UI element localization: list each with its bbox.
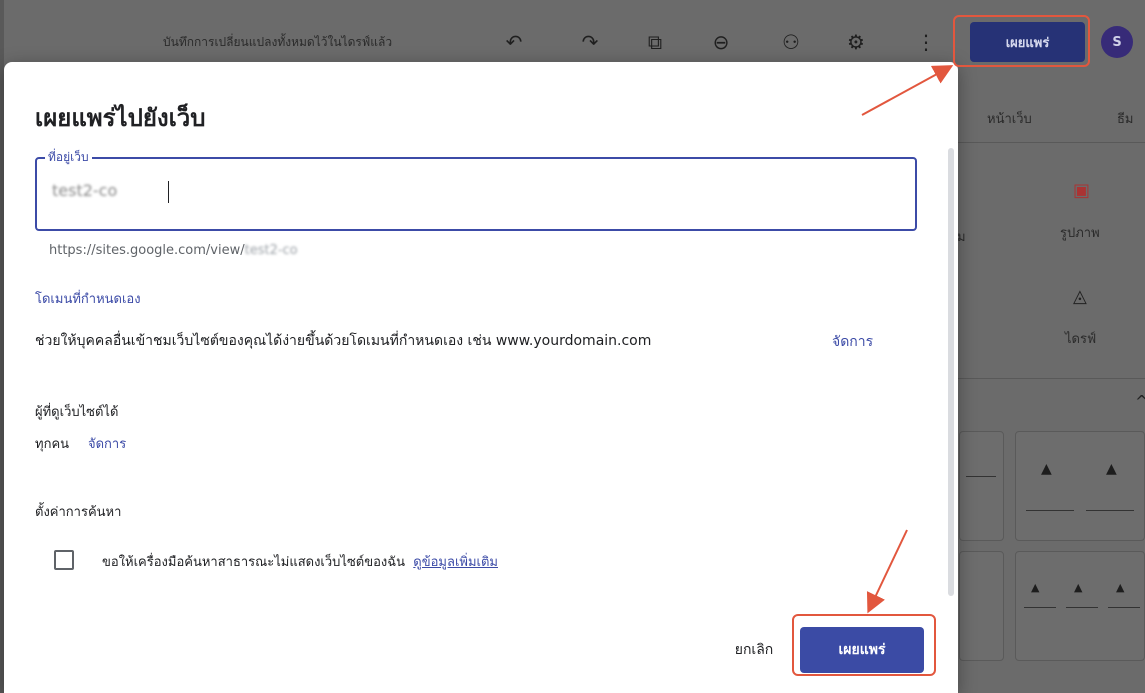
hide-from-search-checkbox[interactable] [54, 550, 74, 570]
web-address-field[interactable]: ที่อยู่เว็บ test2-co [35, 149, 917, 231]
avatar[interactable]: S [1101, 26, 1133, 58]
layout-tile-three-images[interactable]: ▲ ▲ ▲ [1015, 551, 1145, 661]
layout-tile-partial[interactable] [959, 431, 1004, 541]
url-suffix: test2-co [244, 243, 298, 258]
insert-drive-label[interactable]: ไดรฟ์ [1065, 328, 1096, 349]
publish-dialog: เผยแพร่ไปยังเว็บ ที่อยู่เว็บ test2-co ht… [4, 62, 958, 693]
side-panel: หน้าเว็บ ธีม ม ▣ รูปภาพ ◬ ไดรฟ์ ^ ▲ ▲ ▲ … [955, 86, 1145, 693]
site-url-preview: https://sites.google.com/view/test2-co [49, 243, 298, 258]
layout-tile-two-images[interactable]: ▲ ▲ [1015, 431, 1145, 541]
custom-domain-description: ช่วยให้บุคคลอื่นเข้าชมเว็บไซต์ของคุณได้ง… [35, 333, 652, 349]
hide-from-search-text: ขอให้เครื่องมือค้นหาสาธารณะไม่แสดงเว็บไซ… [102, 555, 406, 570]
viewers-heading: ผู้ที่ดูเว็บไซต์ได้ [35, 405, 119, 420]
undo-icon[interactable]: ↶ [500, 28, 528, 56]
image-icon[interactable]: ▣ [1073, 182, 1090, 200]
tile-image-icon: ▲ [1031, 581, 1040, 594]
tab-themes[interactable]: ธีม [1117, 108, 1134, 129]
viewers-value: ทุกคน [35, 437, 70, 452]
save-status-text: บันทึกการเปลี่ยนแปลงทั้งหมดไว้ในไดรฟ์แล้… [163, 35, 393, 49]
more-options-icon[interactable]: ⋮ [912, 28, 940, 56]
tile-image-icon: ▲ [1116, 581, 1125, 594]
tile-image-icon: ▲ [1106, 461, 1117, 477]
collapse-chevron-icon[interactable]: ^ [1135, 394, 1145, 410]
link-icon[interactable]: ⊖ [707, 28, 735, 56]
preview-icon[interactable]: ⧉ [641, 28, 669, 56]
scrollbar-thumb[interactable] [948, 148, 954, 596]
settings-icon[interactable]: ⚙ [842, 28, 870, 56]
redo-icon[interactable]: ↷ [576, 28, 604, 56]
tile-image-icon: ▲ [1074, 581, 1083, 594]
insert-image-label[interactable]: รูปภาพ [1060, 222, 1100, 243]
tab-divider [955, 142, 1145, 143]
web-address-input[interactable]: test2-co [52, 181, 117, 200]
dialog-title: เผยแพร่ไปยังเว็บ [35, 104, 206, 132]
learn-more-link[interactable]: ดูข้อมูลเพิ่มเติม [413, 555, 498, 570]
url-prefix: https://sites.google.com/view/ [49, 243, 245, 258]
insert-partial-label: ม [957, 230, 966, 245]
tile-image-icon: ▲ [1041, 461, 1052, 477]
hide-from-search-label: ขอให้เครื่องมือค้นหาสาธารณะไม่แสดงเว็บไซ… [102, 551, 498, 572]
viewers-manage-link[interactable]: จัดการ [88, 433, 126, 454]
cancel-button[interactable]: ยกเลิก [716, 632, 792, 668]
custom-domain-manage-link[interactable]: จัดการ [832, 331, 873, 353]
share-icon[interactable]: ⚇ [777, 28, 805, 56]
panel-divider [955, 378, 1145, 379]
custom-domain-heading: โดเมนที่กำหนดเอง [35, 292, 141, 307]
layout-tile-partial-2[interactable] [959, 551, 1004, 661]
tab-pages[interactable]: หน้าเว็บ [987, 108, 1032, 129]
text-caret [168, 181, 169, 203]
publish-button[interactable]: เผยแพร่ [800, 627, 924, 673]
search-settings-heading: ตั้งค่าการค้นหา [35, 505, 122, 520]
publish-button-toolbar[interactable]: เผยแพร่ [970, 22, 1085, 62]
web-address-label: ที่อยู่เว็บ [45, 149, 92, 165]
drive-icon[interactable]: ◬ [1073, 288, 1087, 306]
